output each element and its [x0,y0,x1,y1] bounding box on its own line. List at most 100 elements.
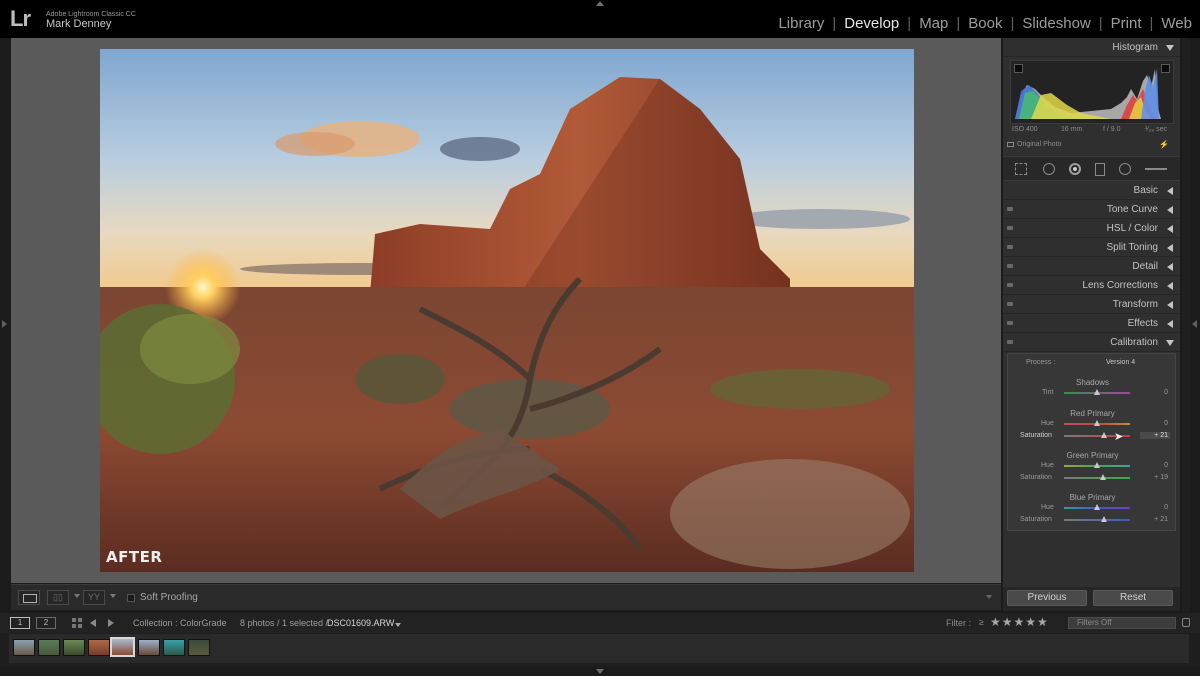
blue-hue-value[interactable]: 0 [1138,504,1168,511]
secondary-display-button[interactable]: 2 [36,617,56,629]
filmstrip-thumbnail-selected[interactable] [110,637,135,657]
green-saturation-value[interactable]: + 19 [1138,474,1168,481]
panel-header-basic[interactable]: Basic [1003,181,1180,200]
filmstrip-thumbnail[interactable] [163,639,185,656]
module-develop[interactable]: Develop [844,15,899,32]
filter-preset-select[interactable]: Filters Off [1068,617,1176,629]
right-panel-toggle-icon[interactable] [1192,320,1197,328]
spot-removal-icon[interactable] [1043,163,1055,175]
green-saturation-slider[interactable] [1064,474,1130,480]
red-saturation-value[interactable]: + 21 [1140,432,1170,439]
reset-button[interactable]: Reset [1093,590,1173,606]
shadow-clipping-icon[interactable] [1014,64,1023,73]
module-print[interactable]: Print [1111,15,1142,32]
panel-switch[interactable] [1007,245,1013,249]
module-library[interactable]: Library [778,15,824,32]
panel-switch[interactable] [1007,226,1013,230]
green-hue-slider[interactable] [1064,462,1130,468]
filmstrip-thumbnail[interactable] [63,639,85,656]
shadows-tint-slider[interactable] [1064,389,1130,395]
module-map[interactable]: Map [919,15,948,32]
panel-header-tone-curve[interactable]: Tone Curve [1003,200,1180,219]
panel-header-calibration[interactable]: Calibration [1003,333,1180,352]
panel-header-transform[interactable]: Transform [1003,295,1180,314]
histogram[interactable] [1010,60,1174,124]
lock-icon[interactable] [1182,618,1190,627]
highlight-clipping-icon[interactable] [1161,64,1170,73]
rating-filter-stars[interactable]: ★★★★★ [990,615,1049,629]
focal-length: 16 mm [1061,126,1083,133]
blue-hue-slider[interactable] [1064,504,1130,510]
previous-button[interactable]: Previous [1007,590,1087,606]
expand-icon [1167,282,1173,290]
green-hue-value[interactable]: 0 [1138,462,1168,469]
primary-display-button[interactable]: 1 [10,617,30,629]
after-label: AFTER [106,548,163,566]
panel-switch[interactable] [1007,302,1013,306]
filmstrip-thumbnail[interactable] [38,639,60,656]
process-label: Process : [1026,359,1056,366]
photo-preview[interactable]: AFTER [100,49,914,572]
swap-before-after-button[interactable]: YY [83,590,105,605]
slider-thumb[interactable] [1101,516,1107,522]
slider-thumb[interactable] [1101,432,1107,438]
module-slideshow[interactable]: Slideshow [1022,15,1090,32]
chevron-down-icon[interactable] [110,594,116,598]
red-hue-slider[interactable] [1064,420,1130,426]
slider-thumb[interactable] [1094,389,1100,395]
grid-view-icon[interactable] [72,618,82,628]
collapse-icon [1166,340,1174,346]
panel-header-split-toning[interactable]: Split Toning [1003,238,1180,257]
before-after-button[interactable]: ▯▯ [47,590,69,605]
shadows-tint-value[interactable]: 0 [1138,389,1168,396]
blue-saturation-value[interactable]: + 21 [1138,516,1168,523]
bottom-panel-toggle-icon[interactable] [596,669,604,674]
module-separator: | [956,15,961,32]
panel-header-lens-corrections[interactable]: Lens Corrections [1003,276,1180,295]
histogram-panel-header[interactable]: Histogram [1003,38,1180,57]
panel-switch[interactable] [1007,283,1013,287]
module-book[interactable]: Book [968,15,1002,32]
toolbar-options-icon[interactable] [986,595,992,599]
left-panel-toggle-icon[interactable] [2,320,7,328]
filmstrip-thumbnail[interactable] [188,639,210,656]
process-version-select[interactable]: Version 4 [1106,359,1135,366]
soft-proofing-checkbox[interactable] [127,594,135,602]
adjustment-brush-icon[interactable] [1145,168,1167,170]
panel-switch[interactable] [1007,321,1013,325]
blue-saturation-slider[interactable] [1064,516,1130,522]
top-panel-toggle-icon[interactable] [596,1,604,6]
chevron-down-icon[interactable] [74,594,80,598]
panel-header-detail[interactable]: Detail [1003,257,1180,276]
slider-thumb[interactable] [1094,504,1100,510]
right-panel-scrollbar[interactable] [1182,38,1190,611]
panel-header-effects[interactable]: Effects [1003,314,1180,333]
red-eye-icon[interactable] [1069,163,1081,175]
filmstrip-thumbnail[interactable] [138,639,160,656]
shadows-title: Shadows [1076,378,1109,387]
rating-operator[interactable]: ≥ [979,617,984,627]
filmstrip-thumbnail[interactable] [13,639,35,656]
panel-switch[interactable] [1007,207,1013,211]
collection-source[interactable]: Collection : ColorGrade [133,618,227,628]
panel-switch[interactable] [1007,264,1013,268]
slider-thumb[interactable] [1100,474,1106,480]
red-hue-value[interactable]: 0 [1138,420,1168,427]
graduated-filter-icon[interactable] [1095,163,1105,176]
forward-arrow-icon[interactable] [108,619,114,627]
selected-filename[interactable]: DSC01609.ARW [327,618,394,628]
slider-thumb[interactable] [1094,462,1100,468]
slider-thumb[interactable] [1094,420,1100,426]
loupe-view-button[interactable] [18,590,40,605]
panel-header-hsl[interactable]: HSL / Color [1003,219,1180,238]
crop-icon[interactable] [1015,163,1027,175]
chevron-down-icon[interactable] [395,623,401,627]
histogram-graph [1015,69,1161,119]
back-arrow-icon[interactable] [90,619,96,627]
red-saturation-label: Saturation [1020,432,1052,439]
module-web[interactable]: Web [1161,15,1192,32]
panel-switch[interactable] [1007,340,1013,344]
filmstrip-thumbnail[interactable] [88,639,110,656]
radial-filter-icon[interactable] [1119,163,1131,175]
tool-strip [1003,156,1180,181]
